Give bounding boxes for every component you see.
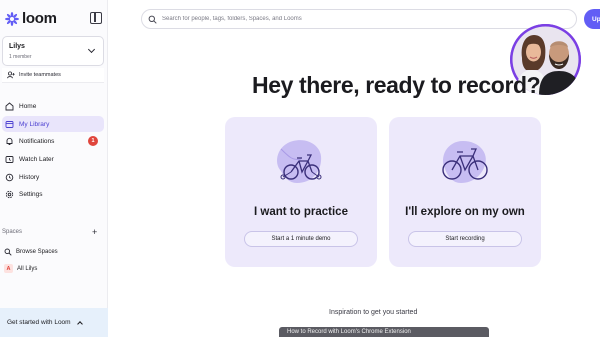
- chevron-up-icon: [76, 320, 83, 327]
- library-icon: [5, 120, 14, 129]
- sidebar-item-home[interactable]: Home: [2, 98, 104, 114]
- collapse-sidebar-icon[interactable]: [90, 12, 102, 24]
- sidebar-item-label: Settings: [19, 190, 43, 198]
- brand-logo[interactable]: loom: [5, 10, 57, 27]
- get-started-panel[interactable]: Get started with Loom: [0, 308, 108, 337]
- search-icon: [4, 248, 12, 256]
- sidebar-item-history[interactable]: History: [2, 169, 104, 185]
- sidebar-item-settings[interactable]: Settings: [2, 186, 104, 202]
- practice-bike-icon: [277, 140, 322, 183]
- home-icon: [5, 101, 14, 111]
- space-avatar: A: [4, 264, 13, 273]
- sidebar-item-label: History: [19, 173, 40, 181]
- sidebar-item-all-lilys[interactable]: A All Lilys: [4, 262, 37, 275]
- loom-logo-icon: [5, 11, 19, 26]
- card-title: I'll explore on my own: [405, 206, 525, 218]
- video-title: How to Record with Loom's Chrome Extensi…: [287, 329, 411, 335]
- workspace-switcher[interactable]: Lilys 1 member: [2, 36, 104, 66]
- clock-icon: [5, 155, 14, 164]
- sidebar: loom Lilys 1 member Invite teammates Hom…: [0, 0, 108, 337]
- add-space-button[interactable]: +: [92, 227, 97, 237]
- brand-name: loom: [22, 10, 57, 27]
- sidebar-item-label: All Lilys: [17, 265, 38, 272]
- sidebar-item-browse-spaces[interactable]: Browse Spaces: [4, 245, 58, 258]
- search-icon: [148, 15, 157, 24]
- sidebar-item-my-library[interactable]: My Library: [2, 116, 104, 132]
- bell-icon: [5, 137, 14, 146]
- chevron-down-icon: [87, 45, 96, 54]
- upgrade-button[interactable]: Up: [584, 9, 600, 29]
- sidebar-item-label: Home: [19, 102, 37, 110]
- sidebar-item-label: Browse Spaces: [16, 248, 58, 255]
- search-bar[interactable]: [141, 9, 577, 29]
- notification-count-badge: 1: [88, 136, 98, 146]
- sidebar-item-watch-later[interactable]: Watch Later: [2, 151, 104, 167]
- get-started-label: Get started with Loom: [7, 319, 71, 326]
- practice-card[interactable]: I want to practice Start a 1 minute demo: [225, 117, 377, 267]
- sidebar-item-notifications[interactable]: Notifications 1: [2, 133, 104, 149]
- inspiration-heading: Inspiration to get you started: [329, 309, 418, 316]
- sidebar-item-label: Watch Later: [19, 155, 54, 163]
- start-recording-button[interactable]: Start recording: [408, 231, 522, 247]
- explore-card[interactable]: I'll explore on my own Start recording: [389, 117, 541, 267]
- workspace-member-count: 1 member: [9, 54, 32, 60]
- workspace-name: Lilys: [9, 43, 25, 50]
- invite-teammates-button[interactable]: Invite teammates: [2, 68, 104, 83]
- add-user-icon: [7, 71, 15, 79]
- card-title: I want to practice: [254, 206, 348, 218]
- gear-icon: [5, 190, 14, 199]
- history-icon: [5, 173, 14, 182]
- search-input[interactable]: [162, 16, 542, 22]
- start-demo-button[interactable]: Start a 1 minute demo: [244, 231, 358, 247]
- sidebar-item-label: Notifications: [19, 137, 55, 145]
- invite-teammates-label: Invite teammates: [19, 72, 61, 78]
- bike-icon: [442, 141, 488, 183]
- page-title: Hey there, ready to record?: [252, 72, 541, 98]
- sidebar-item-label: My Library: [19, 120, 50, 128]
- spaces-section-label: Spaces: [2, 229, 23, 235]
- inspiration-video-thumbnail[interactable]: How to Record with Loom's Chrome Extensi…: [279, 327, 489, 337]
